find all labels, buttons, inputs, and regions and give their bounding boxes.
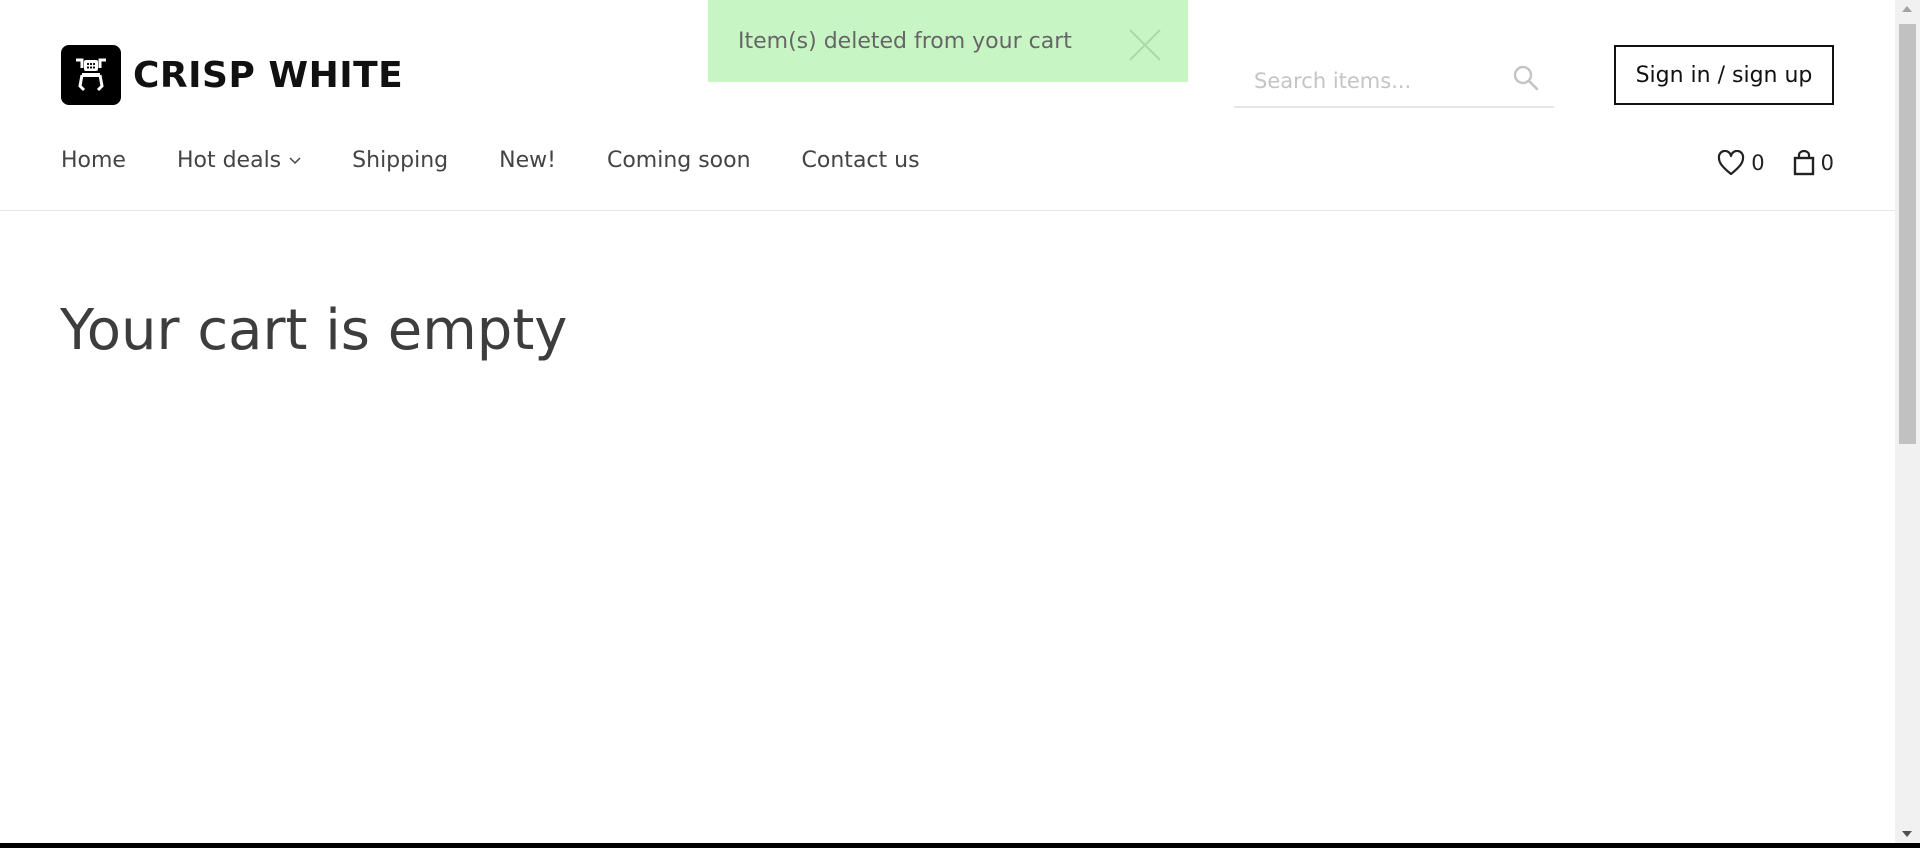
nav-item-hot-deals[interactable]: Hot deals: [177, 148, 301, 173]
nav-item-contact-us[interactable]: Contact us: [802, 148, 920, 173]
nav-item-new[interactable]: New!: [499, 148, 556, 173]
search-box: [1234, 56, 1554, 108]
wishlist-button[interactable]: 0: [1717, 150, 1765, 176]
page-title: Your cart is empty: [60, 298, 568, 363]
vertical-scrollbar[interactable]: [1895, 0, 1920, 843]
nav-item-label: Hot deals: [176, 148, 282, 173]
cart-button[interactable]: 0: [1793, 150, 1834, 176]
notification-toast: Item(s) deleted from your cart: [708, 0, 1188, 82]
brand-name: CRISP WHITE: [133, 54, 404, 96]
page: CRISP WHITE Item(s) deleted from your ca…: [0, 0, 1895, 843]
wishlist-count: 0: [1751, 151, 1765, 175]
nav-item-coming-soon[interactable]: Coming soon: [607, 148, 751, 173]
scroll-up-icon[interactable]: [1902, 6, 1912, 12]
header-divider: [0, 210, 1895, 211]
chevron-down-icon: [289, 156, 301, 164]
scroll-down-icon[interactable]: [1902, 831, 1912, 837]
close-icon[interactable]: [1128, 28, 1162, 62]
sign-in-button[interactable]: Sign in / sign up: [1614, 45, 1834, 105]
robot-logo-icon: [61, 45, 121, 105]
cart-count: 0: [1820, 151, 1834, 175]
main-nav: Home Hot deals Shipping New! Coming soon…: [61, 148, 971, 173]
scroll-thumb[interactable]: [1899, 24, 1916, 444]
nav-item-home[interactable]: Home: [61, 148, 126, 173]
shopping-bag-icon: [1793, 150, 1814, 176]
brand-logo-link[interactable]: CRISP WHITE: [61, 45, 403, 105]
search-icon[interactable]: [1512, 64, 1540, 92]
search-input[interactable]: [1234, 61, 1504, 101]
heart-icon: [1718, 150, 1745, 176]
toast-message: Item(s) deleted from your cart: [738, 28, 1072, 54]
header-counters: 0 0: [1689, 150, 1834, 176]
nav-item-shipping[interactable]: Shipping: [352, 148, 448, 173]
bottom-edge: [0, 843, 1920, 848]
